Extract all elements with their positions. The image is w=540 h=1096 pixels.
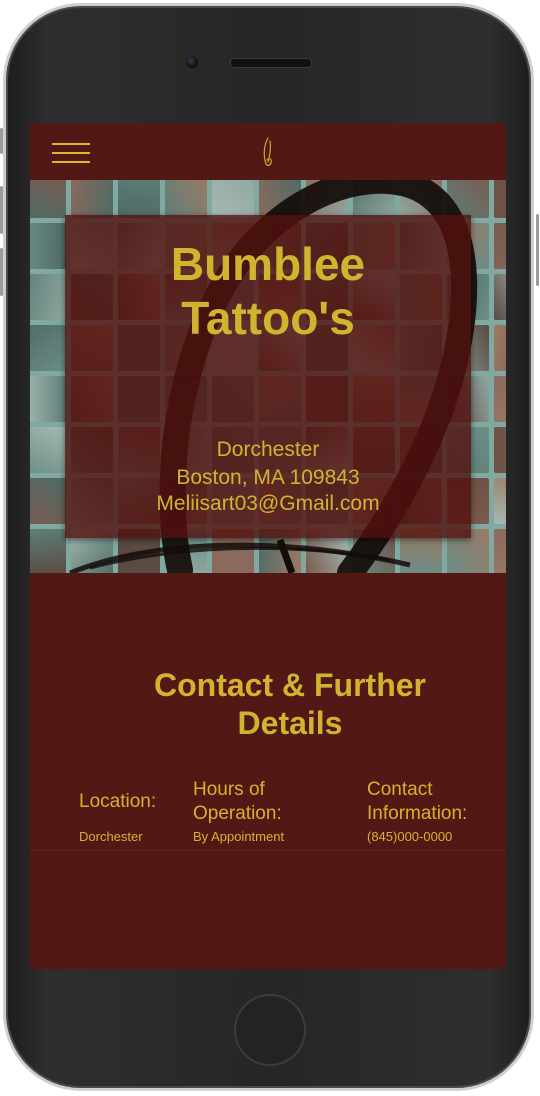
hours-label: Hours of Operation: xyxy=(193,778,282,826)
phone-volume-up-button xyxy=(0,186,3,234)
contact-heading-line-2: Details xyxy=(237,705,343,741)
phone-power-button xyxy=(536,214,539,286)
phone-number-link[interactable]: (845)000-0000 xyxy=(367,829,452,845)
hours-label-line-2: Operation: xyxy=(193,803,282,824)
location-value: Dorchester xyxy=(79,829,143,844)
hours-label-line-1: Hours of xyxy=(193,779,265,800)
section-divider xyxy=(30,850,506,851)
location-label: Location: xyxy=(79,791,157,812)
phone-volume-down-button xyxy=(0,248,3,296)
hamburger-icon[interactable] xyxy=(52,143,90,163)
earpiece-speaker xyxy=(230,58,312,68)
contact-info-label: Contact Information: xyxy=(367,778,467,826)
signature-logo-icon[interactable] xyxy=(258,135,278,169)
hero-email-link[interactable]: Meliisart03@Gmail.com xyxy=(30,490,506,518)
business-name-line-1: Bumblee xyxy=(170,238,366,290)
top-navigation-bar xyxy=(30,123,506,180)
business-name-heading: Bumblee Tattoo's xyxy=(30,237,506,345)
hero-neighborhood: Dorchester xyxy=(216,438,320,461)
phone-mute-switch xyxy=(0,128,3,154)
business-name-line-2: Tattoo's xyxy=(181,292,355,344)
front-camera xyxy=(186,56,198,68)
app-screen: Bumblee Tattoo's Dorchester Boston, MA 1… xyxy=(30,123,506,969)
contact-heading-line-1: Contact & Further xyxy=(154,667,426,703)
contact-info-label-line-2: Information: xyxy=(367,803,468,824)
hours-value: By Appointment xyxy=(193,829,285,844)
contact-section-heading: Contact & Further Details xyxy=(90,666,490,742)
phone-home-button[interactable] xyxy=(234,994,306,1066)
hero-city-line: Boston, MA 109843 xyxy=(176,466,360,489)
contact-info-label-line-1: Contact xyxy=(367,779,433,800)
